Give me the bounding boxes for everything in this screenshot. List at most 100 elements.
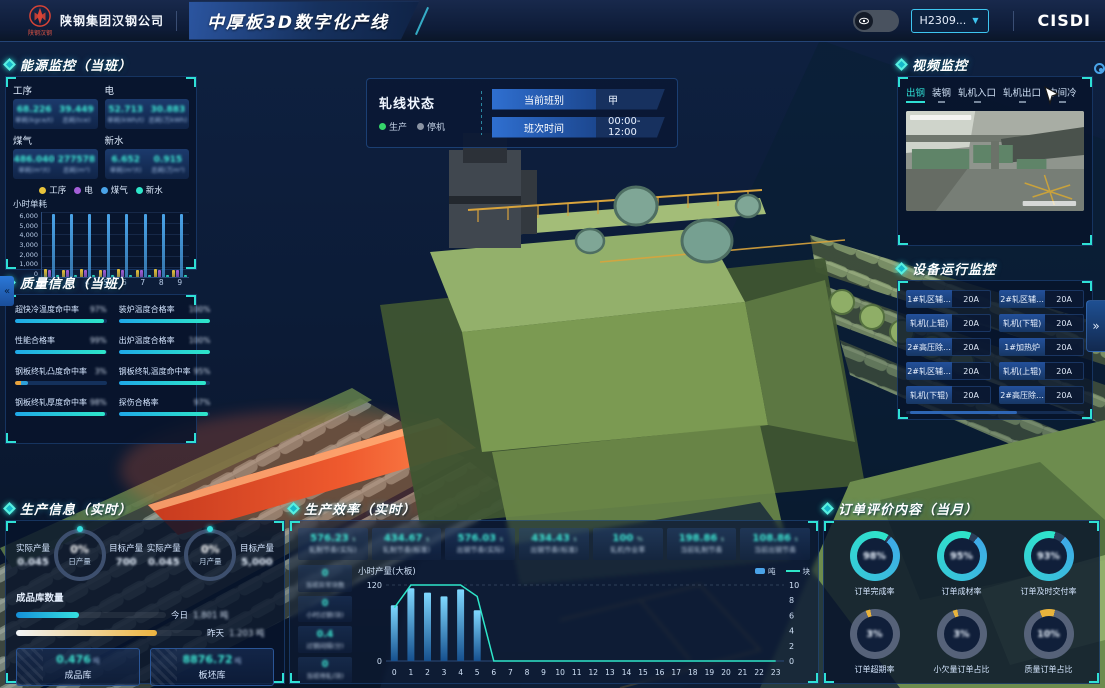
video-tab-轧机出口[interactable]: 轧机出口	[1003, 85, 1041, 103]
target-label: 目标产量	[109, 542, 143, 554]
device-label: 轧机(下辊)	[906, 386, 952, 404]
energy-group: 工序68.226单耗(kgce/t)39.449总耗(tce)	[13, 83, 98, 129]
stat-value: 434.67 s	[384, 533, 429, 545]
warehouse-unit: 吨	[235, 657, 242, 665]
stat-card: 100 %轧机作业率	[593, 528, 663, 560]
stat-label: 出钢节奏(标准)	[530, 545, 577, 555]
video-collapse-button[interactable]	[1094, 63, 1105, 74]
quality-bar-track	[119, 350, 211, 354]
energy-unit: 总耗(万m³)	[151, 166, 185, 174]
energy-value: 52.713	[108, 105, 143, 116]
visibility-toggle[interactable]	[853, 10, 899, 32]
video-tab-出钢[interactable]: 出钢	[906, 85, 925, 103]
legend-item-新水[interactable]: 新水	[136, 184, 163, 196]
quality-bar-track	[119, 319, 211, 323]
legend-item-工序[interactable]: 工序	[39, 184, 66, 196]
legend-label: 煤气	[111, 184, 128, 196]
device-label: 2#高压除…	[906, 338, 952, 356]
devices-title: 设备运行监控	[912, 259, 996, 278]
svg-text:18: 18	[688, 668, 698, 677]
gauge-label: 订单完成率	[855, 586, 895, 597]
side-label: 小时过钢(块)	[306, 609, 344, 619]
energy-pair: 52.713单耗(kWh/t)	[105, 99, 147, 129]
stat-unit: s	[794, 535, 797, 543]
target-label: 目标产量	[240, 542, 274, 554]
energy-pair: 486.040单耗(m³/t)	[13, 149, 55, 179]
quality-label: 钢板终轧温度命中率	[119, 366, 191, 377]
video-tab-装钢[interactable]: 装钢	[932, 85, 951, 103]
device-selector-dropdown[interactable]: H2309... ▼	[911, 9, 989, 33]
quality-item-top: 钢板终轧凸度命中率3%	[15, 366, 107, 377]
gauge-label: 小欠量订单占比	[934, 664, 990, 675]
quality-pct: 100%	[189, 336, 210, 345]
quality-item: 超快冷温度命中率97%	[15, 304, 107, 323]
stat-label: 轧机作业率	[610, 545, 645, 555]
shift-time-chip: 班次时间 00:00-12:00	[492, 117, 665, 138]
quality-item: 性能合格率99%	[15, 335, 107, 354]
quality-item-top: 钢板终轧厚度命中率98%	[15, 397, 107, 408]
target-value: 700	[116, 557, 137, 568]
logo-caption: 陕钢汉钢	[28, 28, 52, 37]
legend-item-电[interactable]: 电	[74, 184, 93, 196]
video-stream-thumbnail[interactable]	[906, 111, 1084, 211]
gauge-label: 质量订单占比	[1025, 664, 1073, 675]
video-tab-中间冷[interactable]: 中间冷	[1048, 85, 1077, 103]
stat-value: 576.23 s	[310, 533, 355, 545]
svg-text:3: 3	[442, 668, 447, 677]
legend-tons[interactable]: 吨	[755, 566, 776, 577]
gauge-ring: 93%	[1024, 531, 1074, 581]
legend-item-煤气[interactable]: 煤气	[101, 184, 128, 196]
today-value: 1.801 吨	[193, 609, 229, 621]
left-edge-expand-tab[interactable]: «	[0, 276, 14, 306]
legend-label: 停机	[427, 120, 445, 133]
device-label: 1#轧区辅…	[906, 290, 952, 308]
svg-text:120: 120	[367, 581, 382, 590]
efficiency-stats: 576.23 s轧制节奏(实际)434.67 s轧制节奏(标准)576.03 s…	[298, 528, 810, 560]
bar-group	[62, 214, 77, 277]
warehouse-box: 0.476吨成品库	[16, 648, 140, 686]
device-chip: 2#轧区辅…20A	[906, 362, 991, 380]
stat-unit: s	[426, 535, 429, 543]
quality-bar-fill	[15, 350, 106, 354]
y-tick: 1,000	[13, 260, 38, 268]
svg-text:11: 11	[572, 668, 582, 677]
video-tab-轧机入口[interactable]: 轧机入口	[958, 85, 996, 103]
device-label: 2#高压除…	[999, 386, 1045, 404]
svg-text:0: 0	[789, 657, 794, 666]
stat-card: 108.86 s当前出钢节奏	[740, 528, 810, 560]
legend-pieces[interactable]: 块	[786, 566, 811, 577]
bar-煤气	[88, 214, 91, 277]
quality-label: 探伤合格率	[119, 397, 191, 408]
right-edge-expand-tab[interactable]: »	[1086, 300, 1105, 352]
month-output-donut: 0% 月产量	[184, 529, 236, 581]
device-label: 2#轧区辅…	[906, 362, 952, 380]
quality-item: 探伤合格率97%	[119, 397, 211, 416]
y-tick: 6,000	[13, 212, 38, 220]
svg-text:4: 4	[789, 627, 794, 636]
gauge-ring: 3%	[937, 609, 987, 659]
stat-value: 576.03 s	[458, 533, 503, 545]
energy-unit: 总耗(m³)	[63, 166, 90, 174]
devices-scrollbar[interactable]	[906, 411, 1084, 414]
svg-text:21: 21	[738, 668, 748, 677]
svg-text:14: 14	[622, 668, 632, 677]
energy-value: 6.652	[111, 155, 139, 166]
quality-bar-fill	[119, 319, 211, 323]
panel-diamond-icon	[3, 58, 16, 71]
bar-group	[136, 214, 151, 277]
dashboard-root: 陕钢汉钢 陕钢集团汉钢公司 中厚板3D数字化产线 H2309... ▼ CISD…	[0, 0, 1105, 688]
gauge-ring: 95%	[937, 531, 987, 581]
stat-card: 434.43 s出钢节奏(标准)	[519, 528, 589, 560]
warehouse-value: 8876.72吨	[182, 653, 241, 666]
legend-dot-icon	[101, 187, 108, 194]
bar-swatch-icon	[755, 568, 765, 574]
legend-label: 生产	[389, 120, 407, 133]
gauge-hole: 93%	[1031, 538, 1067, 574]
quality-item: 装炉温度合格率100%	[119, 304, 211, 323]
quality-pct: 98%	[90, 398, 107, 407]
stat-card: 434.67 s轧制节奏(标准)	[372, 528, 442, 560]
quality-panel: 质量信息（当班） 超快冷温度命中率97%装炉温度合格率100%性能合格率99%出…	[5, 272, 197, 444]
stat-value: 434.43 s	[531, 533, 576, 545]
shift-time-value: 00:00-12:00	[596, 117, 665, 138]
stat-label: 出钢节奏(实际)	[457, 545, 504, 555]
